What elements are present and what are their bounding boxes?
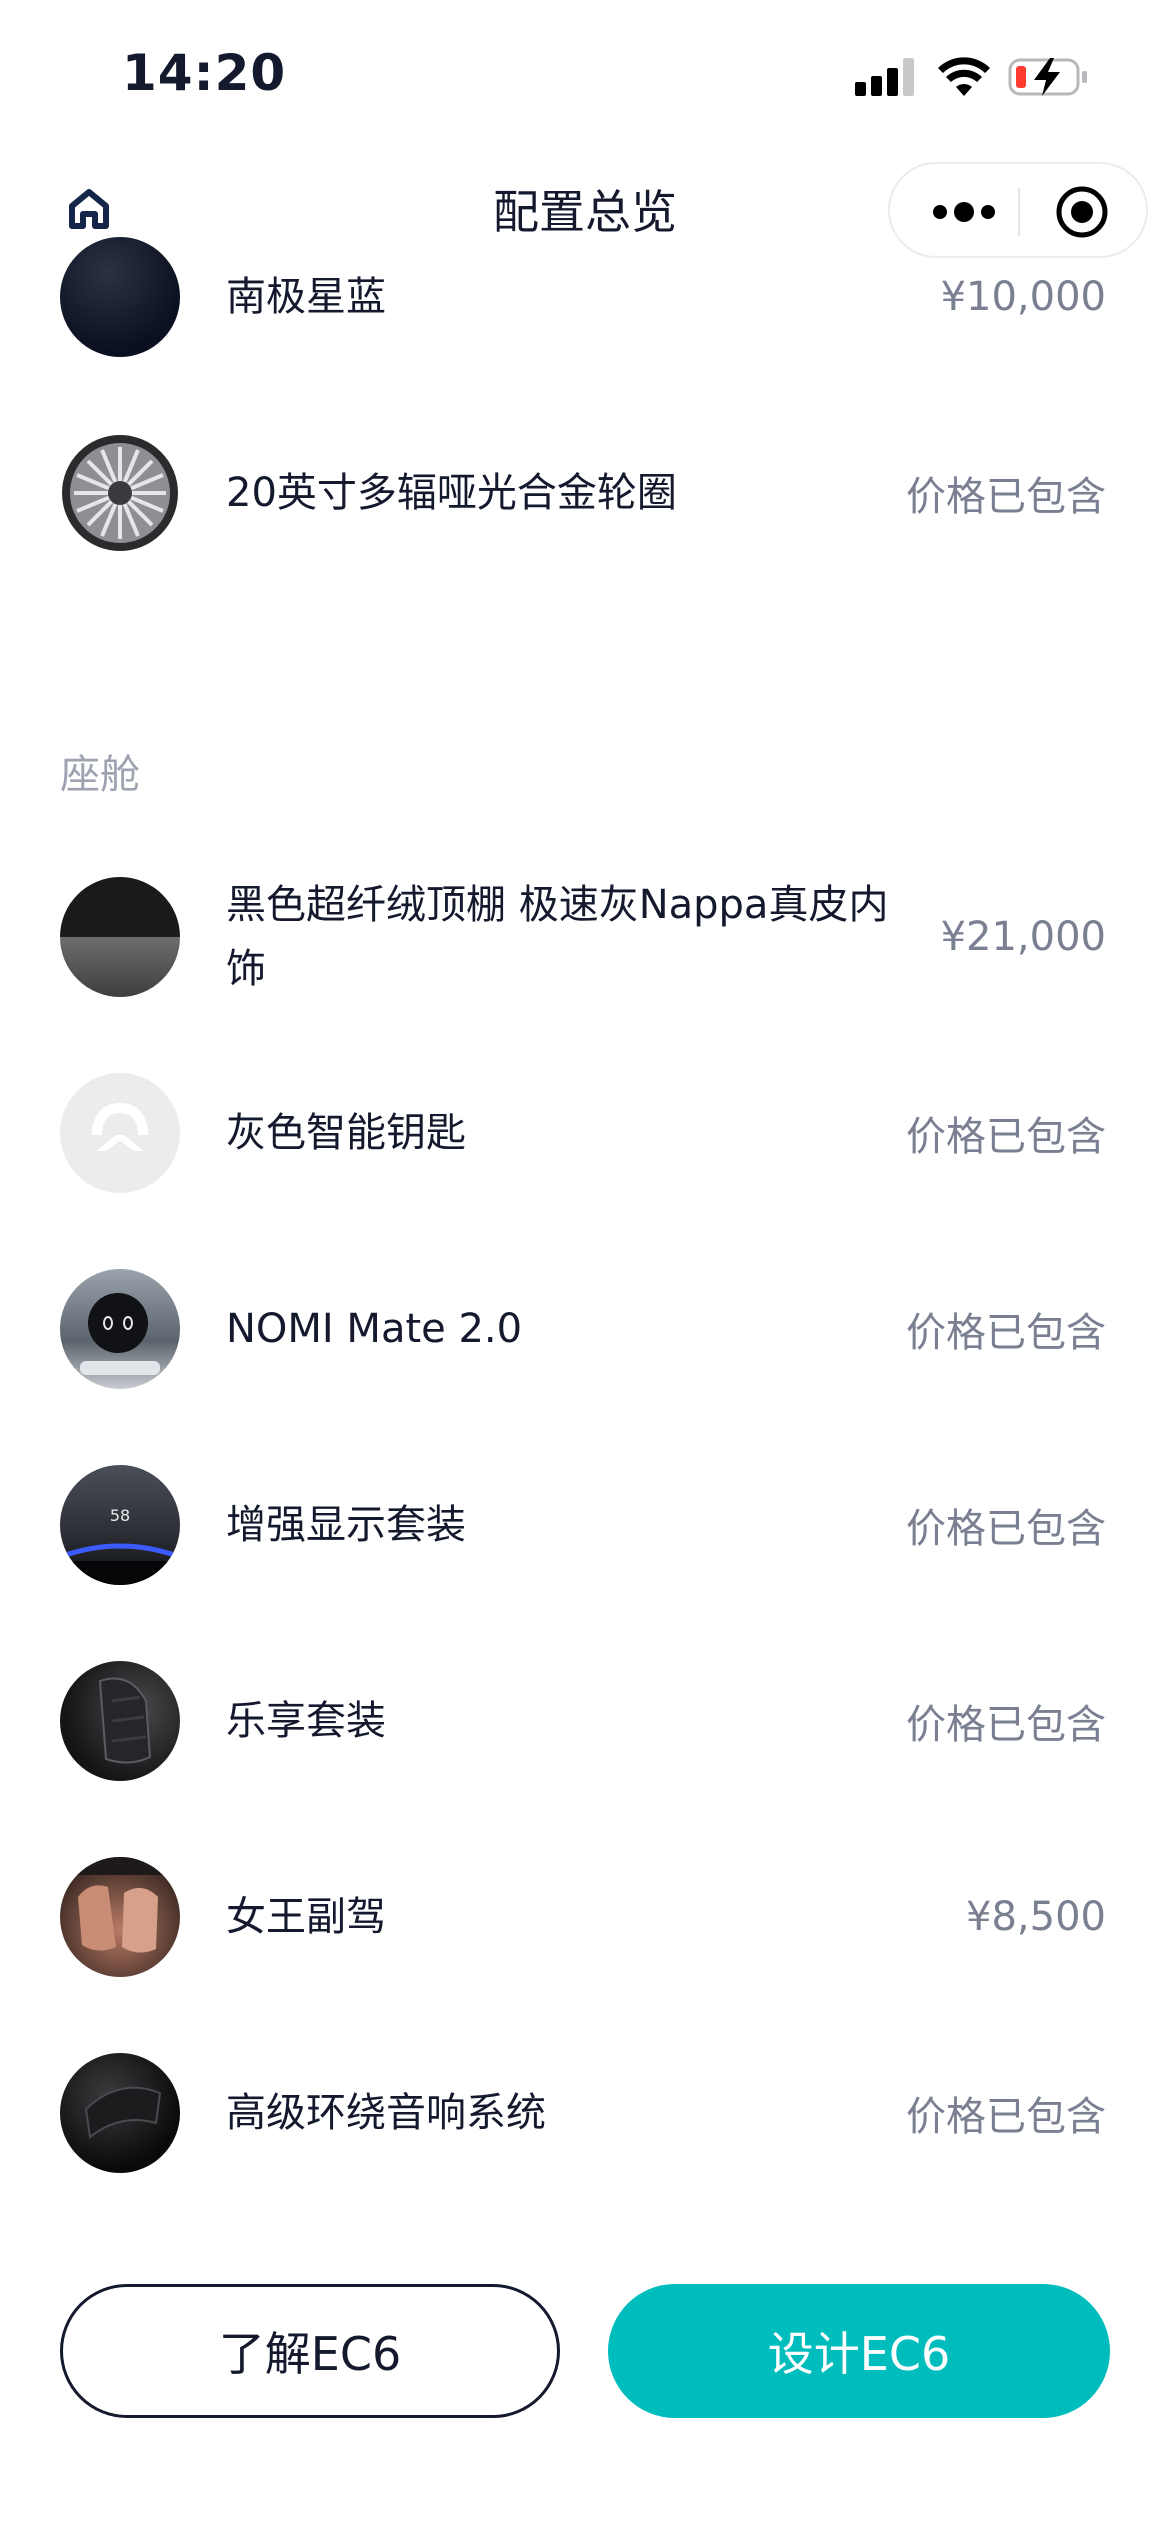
item-price: 价格已包含 (906, 1114, 1106, 1160)
item-price: ¥21,000 (940, 914, 1106, 960)
list-item[interactable]: NOMI Mate 2.0 价格已包含 (0, 1254, 1170, 1404)
list-item[interactable]: 女王副驾 ¥8,500 (0, 1842, 1170, 1992)
display-thumbnail: 58 (60, 1465, 180, 1585)
battery-charging-icon (1008, 58, 1087, 96)
nomi-thumbnail (60, 1269, 180, 1389)
item-label: 南极星蓝 (226, 274, 386, 320)
status-bar: 14:20 (0, 0, 1170, 150)
item-price: 价格已包含 (906, 2094, 1106, 2140)
list-item[interactable]: 高级环绕音响系统 价格已包含 (0, 2038, 1170, 2188)
item-price: ¥10,000 (940, 274, 1106, 320)
seat-thumbnail (60, 1661, 180, 1781)
item-label: 女王副驾 (226, 1894, 386, 1940)
item-price: 价格已包含 (906, 1506, 1106, 1552)
item-price: 价格已包含 (906, 1310, 1106, 1356)
speaker-thumbnail (60, 2053, 180, 2173)
list-item[interactable]: 58 增强显示套装 价格已包含 (0, 1450, 1170, 1600)
list-item[interactable]: 20英寸多辐哑光合金轮圈 价格已包含 (0, 418, 1170, 568)
item-label: 灰色智能钥匙 (226, 1110, 466, 1156)
item-price: ¥8,500 (966, 1894, 1106, 1940)
paint-thumbnail (60, 237, 180, 357)
list-item[interactable]: 灰色智能钥匙 价格已包含 (0, 1058, 1170, 1208)
interior-thumbnail (60, 877, 180, 997)
learn-ec6-button[interactable]: 了解EC6 (60, 2284, 560, 2418)
status-time: 14:20 (122, 44, 287, 102)
display-speed-text: 58 (110, 1506, 130, 1525)
cellular-signal-icon (855, 58, 915, 96)
key-thumbnail (60, 1073, 180, 1193)
nio-logo-icon (92, 1103, 148, 1151)
list-item[interactable]: 乐享套装 价格已包含 (0, 1646, 1170, 1796)
wifi-icon (938, 57, 990, 96)
item-price: 价格已包含 (906, 474, 1106, 520)
list-item[interactable]: 南极星蓝 ¥10,000 (0, 222, 1170, 372)
item-label: NOMI Mate 2.0 (226, 1306, 523, 1352)
queen-seat-thumbnail (60, 1857, 180, 1977)
item-price: 价格已包含 (906, 1702, 1106, 1748)
item-label: 黑色超纤绒顶棚 极速灰Nappa真皮内饰 (226, 882, 889, 992)
design-ec6-button[interactable]: 设计EC6 (608, 2284, 1110, 2418)
item-label: 乐享套装 (226, 1698, 386, 1744)
item-label: 20英寸多辐哑光合金轮圈 (226, 470, 677, 516)
list-item[interactable]: 黑色超纤绒顶棚 极速灰Nappa真皮内饰 ¥21,000 (0, 862, 1170, 1012)
section-title-cabin: 座舱 (60, 752, 140, 798)
item-label: 高级环绕音响系统 (226, 2090, 546, 2136)
wheel-thumbnail (60, 433, 180, 553)
item-label: 增强显示套装 (226, 1502, 466, 1548)
